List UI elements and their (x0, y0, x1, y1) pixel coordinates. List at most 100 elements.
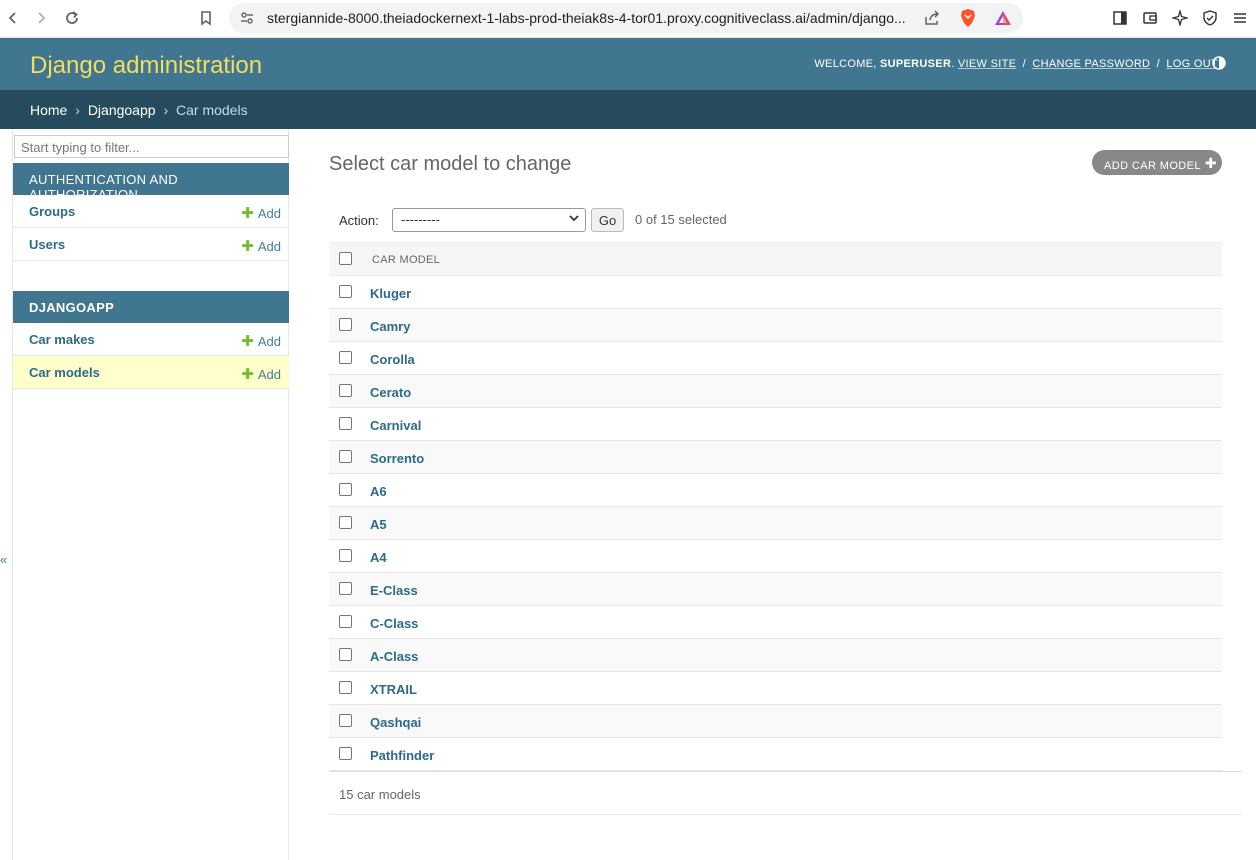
column-header-car-model[interactable]: CAR MODEL (372, 254, 440, 266)
plus-icon: ✚ (241, 333, 254, 350)
browser-toolbar: stergiannide-8000.theiadockernext-1-labs… (0, 0, 1256, 38)
separator: / (1022, 58, 1026, 70)
row-checkbox[interactable] (339, 516, 352, 529)
row-checkbox[interactable] (339, 747, 352, 760)
action-select[interactable]: --------- (392, 208, 586, 232)
change-password-link[interactable]: CHANGE PASSWORD (1032, 58, 1150, 70)
vpn-shield-icon[interactable] (1200, 8, 1220, 28)
sidebar-item-car-makes[interactable]: Car makes ✚ Add (13, 323, 289, 356)
sidebar-item-car-models[interactable]: Car models ✚ Add (13, 356, 289, 389)
car-model-link[interactable]: Qashqai (370, 715, 421, 730)
row-checkbox[interactable] (339, 351, 352, 364)
row-checkbox[interactable] (339, 648, 352, 661)
row-checkbox[interactable] (339, 450, 352, 463)
car-model-link[interactable]: Cerato (370, 385, 411, 400)
bookmark-icon[interactable] (195, 7, 217, 29)
back-icon[interactable] (2, 7, 24, 29)
table-row: E-Class (329, 573, 1222, 606)
table-header: CAR MODEL (329, 242, 1222, 276)
table-row: A-Class (329, 639, 1222, 672)
leo-ai-icon[interactable] (1170, 8, 1190, 28)
table-row: Carnival (329, 408, 1222, 441)
car-model-link[interactable]: A6 (370, 484, 387, 499)
selection-counter: 0 of 15 selected (635, 212, 727, 227)
row-checkbox[interactable] (339, 318, 352, 331)
table-row: Kluger (329, 276, 1222, 309)
row-checkbox[interactable] (339, 417, 352, 430)
sidebar-item-label[interactable]: Groups (29, 204, 75, 219)
car-model-link[interactable]: A-Class (370, 649, 418, 664)
car-model-link[interactable]: XTRAIL (370, 682, 417, 697)
add-link[interactable]: ✚ Add (241, 332, 281, 350)
sidebar-item-label[interactable]: Users (29, 237, 65, 252)
table-row: Corolla (329, 342, 1222, 375)
car-model-link[interactable]: Corolla (370, 352, 415, 367)
breadcrumb-separator: › (75, 102, 80, 118)
menu-icon[interactable] (1230, 8, 1250, 28)
car-model-link[interactable]: Camry (370, 319, 410, 334)
nav-filter-input[interactable]: Start typing to filter... (14, 135, 289, 158)
row-checkbox[interactable] (339, 384, 352, 397)
module-caption[interactable]: AUTHENTICATION AND AUTHORIZATION (13, 163, 289, 202)
sidebar-item-label[interactable]: Car models (29, 365, 100, 380)
table-row: Qashqai (329, 705, 1222, 738)
table-row: Pathfinder (329, 738, 1222, 771)
plus-icon: ✚ (241, 238, 254, 255)
module-caption[interactable]: DJANGOAPP (13, 291, 289, 323)
theme-toggle-icon[interactable] (1212, 56, 1226, 70)
sidebar-item-users[interactable]: Users ✚ Add (13, 228, 289, 261)
sidebar-item-groups[interactable]: Groups ✚ Add (13, 195, 289, 228)
forward-icon[interactable] (30, 7, 52, 29)
car-model-link[interactable]: A4 (370, 550, 387, 565)
row-checkbox[interactable] (339, 714, 352, 727)
toggle-nav-sidebar[interactable]: « (0, 552, 7, 567)
breadcrumb-app[interactable]: Djangoapp (88, 102, 156, 118)
row-checkbox[interactable] (339, 483, 352, 496)
site-branding[interactable]: Django administration (30, 52, 262, 80)
add-car-model-button[interactable]: ADD CAR MODEL ✚ (1092, 150, 1222, 175)
row-checkbox[interactable] (339, 615, 352, 628)
add-link[interactable]: ✚ Add (241, 237, 281, 255)
sidebar-item-label[interactable]: Car makes (29, 332, 95, 347)
car-model-link[interactable]: C-Class (370, 616, 418, 631)
row-checkbox[interactable] (339, 582, 352, 595)
brave-shield-icon[interactable] (959, 8, 977, 31)
select-all-checkbox[interactable] (339, 252, 352, 265)
brave-rewards-icon[interactable] (993, 9, 1013, 30)
breadcrumb-current: Car models (176, 102, 248, 118)
address-bar[interactable]: stergiannide-8000.theiadockernext-1-labs… (229, 3, 1023, 33)
add-label: Add (257, 367, 281, 382)
breadcrumb-home[interactable]: Home (30, 102, 67, 118)
share-icon[interactable] (923, 9, 941, 30)
car-model-link[interactable]: Sorrento (370, 451, 424, 466)
row-checkbox[interactable] (339, 681, 352, 694)
table-row: C-Class (329, 606, 1222, 639)
username: SUPERUSER (880, 58, 952, 70)
action-label: Action: (339, 213, 379, 228)
url-text: stergiannide-8000.theiadockernext-1-labs… (267, 10, 906, 26)
car-model-link[interactable]: Carnival (370, 418, 421, 433)
table-row: Camry (329, 309, 1222, 342)
result-count: 15 car models (339, 787, 421, 802)
plus-icon: ✚ (241, 205, 254, 222)
table-row: A6 (329, 474, 1222, 507)
add-link[interactable]: ✚ Add (241, 204, 281, 222)
view-site-link[interactable]: VIEW SITE (958, 58, 1016, 70)
wallet-icon[interactable] (1140, 8, 1160, 28)
table-row: XTRAIL (329, 672, 1222, 705)
car-model-link[interactable]: Kluger (370, 286, 411, 301)
sidebar-toggle-icon[interactable] (1110, 8, 1130, 28)
site-header: Django administration WELCOME, SUPERUSER… (0, 38, 1256, 90)
table-row: A5 (329, 507, 1222, 540)
site-settings-icon[interactable] (239, 10, 255, 29)
row-checkbox[interactable] (339, 549, 352, 562)
car-model-link[interactable]: Pathfinder (370, 748, 434, 763)
go-button[interactable]: Go (591, 208, 624, 232)
reload-icon[interactable] (61, 7, 83, 29)
log-out-link[interactable]: LOG OUT (1166, 58, 1218, 70)
row-checkbox[interactable] (339, 285, 352, 298)
car-model-link[interactable]: A5 (370, 517, 387, 532)
add-link[interactable]: ✚ Add (241, 365, 281, 383)
car-model-link[interactable]: E-Class (370, 583, 418, 598)
welcome-label: WELCOME, (814, 58, 877, 70)
